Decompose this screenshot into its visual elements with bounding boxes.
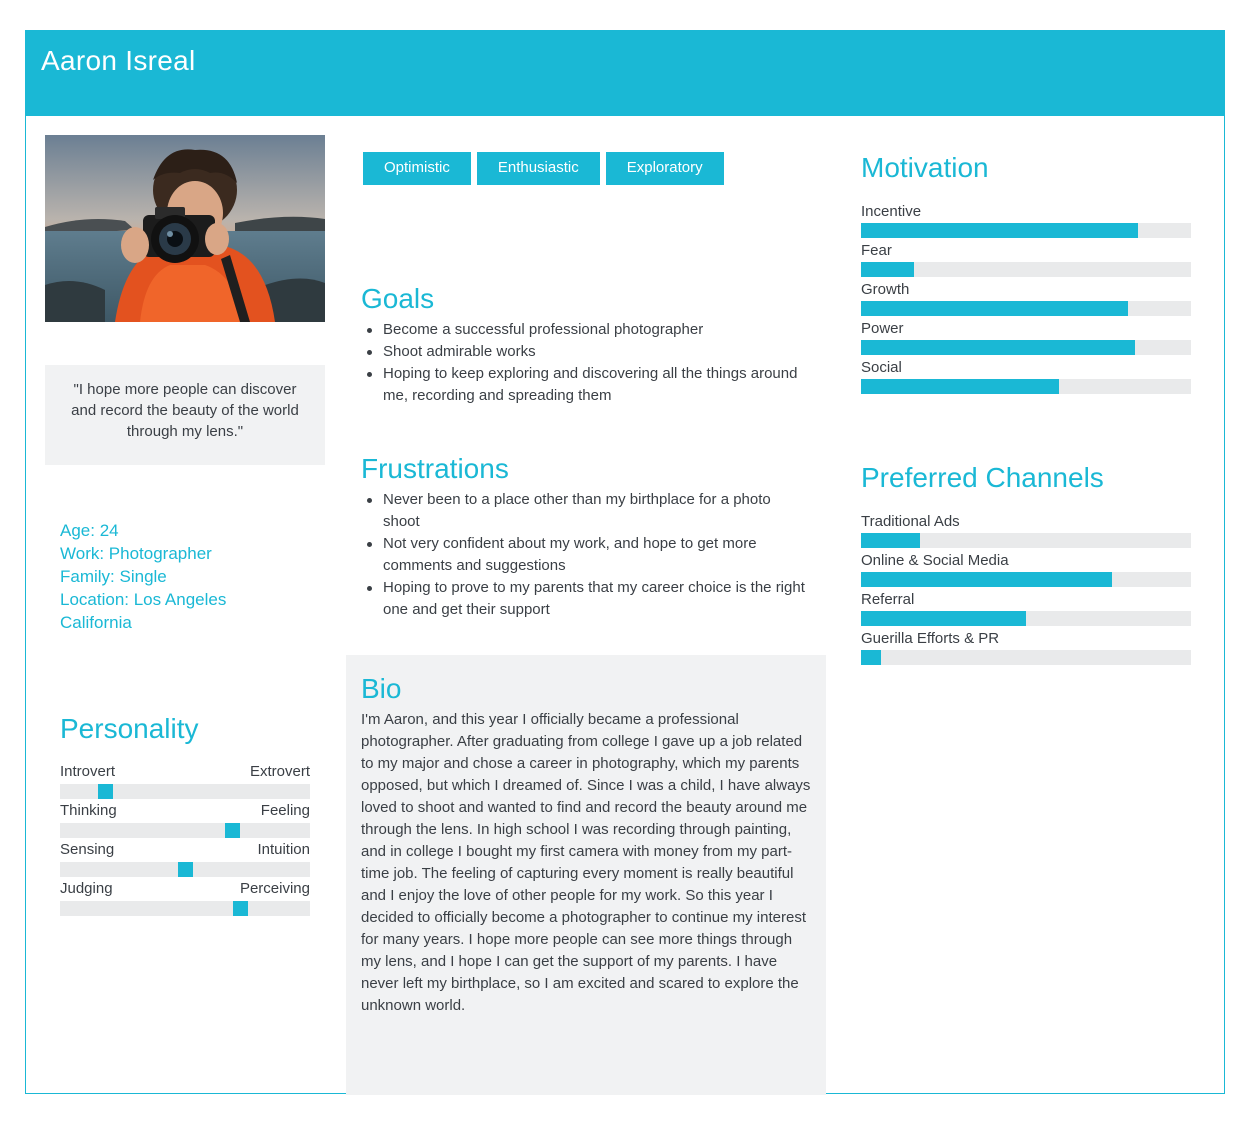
- bar-label: Guerilla Efforts & PR: [861, 630, 1000, 647]
- channels-title: Preferred Channels: [861, 462, 1104, 493]
- trait-track: [60, 823, 310, 838]
- list-item: Not very confident about my work, and ho…: [361, 533, 811, 577]
- bar-track: [861, 379, 1191, 394]
- trait-left-label: Introvert: [60, 763, 116, 780]
- trait-knob: [225, 823, 240, 838]
- bar-fill: [861, 262, 914, 277]
- bar-fill: [861, 340, 1135, 355]
- bar-label: Growth: [861, 281, 910, 298]
- trait-knob: [178, 862, 193, 877]
- bar-track: [861, 650, 1191, 665]
- tag-exploratory: Exploratory: [605, 152, 724, 185]
- list-item: Never been to a place other than my birt…: [361, 489, 811, 533]
- bar-track: [861, 340, 1191, 355]
- bio-section: Bio I'm Aaron, and this year I officiall…: [346, 655, 826, 1095]
- bar-fill: [861, 650, 881, 665]
- personality-tags: Optimistic Enthusiastic Exploratory: [363, 152, 724, 185]
- trait-right-label: Intuition: [257, 841, 310, 858]
- frustrations-title: Frustrations: [361, 453, 509, 484]
- channel-referral: Referral: [861, 590, 1191, 629]
- list-item: Hoping to prove to my parents that my ca…: [361, 577, 811, 621]
- bar-fill: [861, 379, 1059, 394]
- trait-left-label: Judging: [60, 880, 113, 897]
- persona-card: Aaron Isreal "I hope more people can dis…: [25, 30, 1225, 1095]
- channel-online-social: Online & Social Media: [861, 551, 1191, 590]
- motivation-title: Motivation: [861, 152, 989, 183]
- list-item: Hoping to keep exploring and discovering…: [361, 363, 811, 407]
- trait-right-label: Perceiving: [239, 880, 310, 897]
- trait-track: [60, 784, 310, 799]
- list-item: Become a successful professional photogr…: [361, 319, 811, 341]
- location-field: Location: Los Angeles⁣: [60, 590, 227, 609]
- demographics: Age: 24 Work: Photographer Family: Singl…: [60, 519, 320, 634]
- tag-enthusiastic: Enthusiastic: [476, 152, 600, 185]
- left-column: "I hope more people can discover and rec…: [45, 135, 325, 916]
- trait-sensing-intuition: Sensing Intuition: [60, 840, 310, 879]
- channel-guerilla: Guerilla Efforts & PR: [861, 629, 1191, 668]
- bio-title: Bio: [361, 673, 402, 704]
- motivation-fear: Fear: [861, 241, 1191, 280]
- bar-label: Incentive: [861, 203, 922, 220]
- trait-track: [60, 901, 310, 916]
- bar-fill: [861, 533, 921, 548]
- photographer-portrait-icon: [45, 135, 325, 322]
- location-field-cont: California: [60, 613, 132, 632]
- bio-text: I'm Aaron, and this year I officially be…: [361, 711, 811, 1014]
- goals-section: Goals Become a successful professional p…: [361, 283, 811, 407]
- trait-introvert-extrovert: Introvert Extrovert: [60, 762, 310, 801]
- personality-title: Personality: [60, 713, 199, 744]
- frustrations-section: Frustrations Never been to a place other…: [361, 453, 811, 621]
- bar-track: [861, 533, 1191, 548]
- bar-label: Fear: [861, 242, 892, 259]
- frustrations-list: Never been to a place other than my birt…: [361, 489, 811, 621]
- trait-judging-perceiving: Judging Perceiving: [60, 879, 310, 918]
- bar-fill: [861, 223, 1139, 238]
- trait-track: [60, 862, 310, 877]
- persona-header: Aaron Isreal: [26, 31, 1224, 116]
- channel-traditional-ads: Traditional Ads: [861, 512, 1191, 551]
- trait-knob: [233, 901, 248, 916]
- bar-fill: [861, 611, 1026, 626]
- list-item: Shoot admirable works: [361, 341, 811, 363]
- motivation-growth: Growth: [861, 280, 1191, 319]
- bar-label: Referral: [861, 591, 915, 608]
- bar-track: [861, 572, 1191, 587]
- work-field: Work: Photographer: [60, 544, 212, 563]
- bar-label: Social: [861, 359, 902, 376]
- persona-photo: [45, 135, 325, 322]
- trait-thinking-feeling: Thinking Feeling: [60, 801, 310, 840]
- bar-track: [861, 611, 1191, 626]
- trait-knob: [98, 784, 113, 799]
- bar-track: [861, 223, 1191, 238]
- trait-left-label: Thinking: [60, 802, 117, 819]
- age-field: Age: 24: [60, 521, 119, 540]
- bar-fill: [861, 572, 1112, 587]
- bar-label: Online & Social Media: [861, 552, 1009, 569]
- bar-label: Traditional Ads: [861, 513, 960, 530]
- tag-optimistic: Optimistic: [363, 152, 471, 185]
- trait-right-label: Feeling: [260, 802, 310, 819]
- persona-name: Aaron Isreal: [41, 45, 196, 76]
- bar-track: [861, 301, 1191, 316]
- goals-title: Goals: [361, 283, 435, 314]
- trait-left-label: Sensing: [60, 841, 115, 858]
- persona-quote: "I hope more people can discover and rec…: [45, 365, 325, 465]
- bar-label: Power: [861, 320, 904, 337]
- motivation-incentive: Incentive: [861, 202, 1191, 241]
- family-field: Family: Single: [60, 567, 167, 586]
- bar-track: [861, 262, 1191, 277]
- motivation-social: Social: [861, 358, 1191, 397]
- motivation-power: Power: [861, 319, 1191, 358]
- bar-fill: [861, 301, 1129, 316]
- trait-right-label: Extrovert: [249, 763, 310, 780]
- goals-list: Become a successful professional photogr…: [361, 319, 811, 407]
